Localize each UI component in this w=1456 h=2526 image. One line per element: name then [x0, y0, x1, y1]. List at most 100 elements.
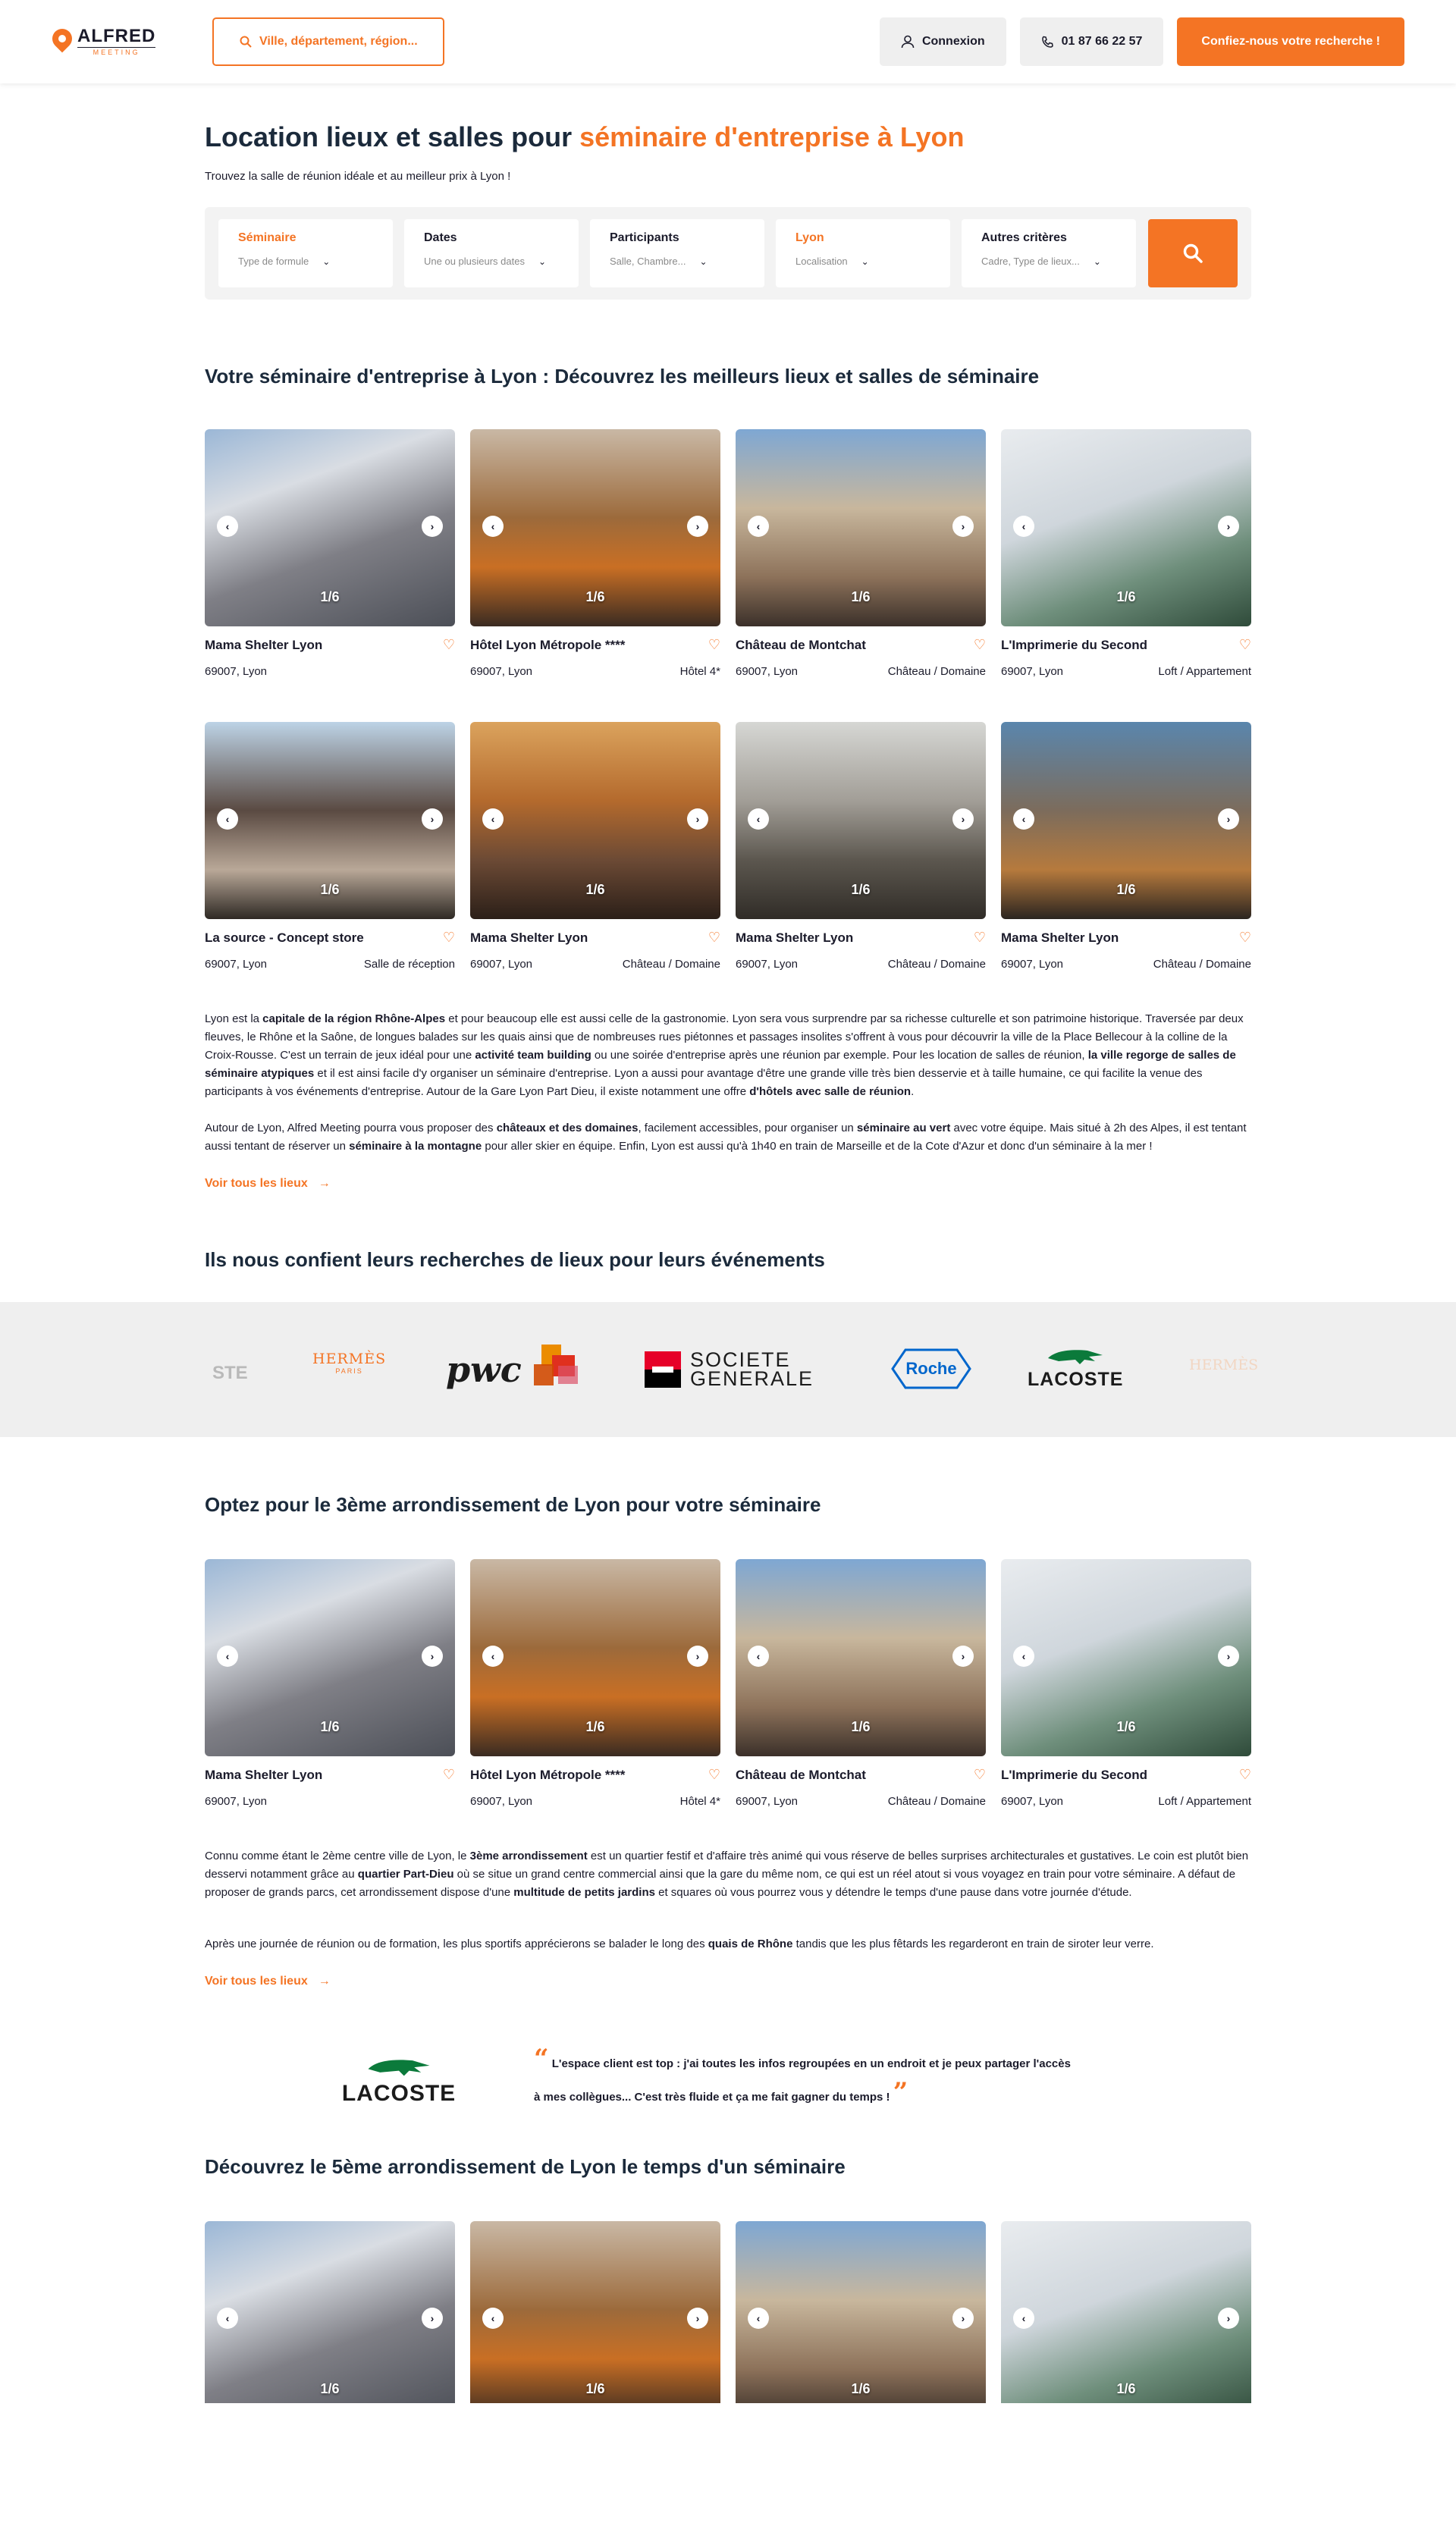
heart-icon[interactable]: ♡ [443, 1767, 455, 1783]
venue-name[interactable]: Château de Montchat [736, 638, 866, 653]
venue-card[interactable]: ‹ › 1/6 Château de Montchat ♡ 69007, Lyon Ch… [736, 429, 986, 678]
filter-search-button[interactable] [1148, 219, 1238, 287]
heart-icon[interactable]: ♡ [443, 930, 455, 946]
prev-arrow-icon[interactable]: ‹ [1013, 2308, 1034, 2329]
venue-photo[interactable]: ‹ › 1/6 [205, 2221, 455, 2403]
venue-photo[interactable]: ‹ › 1/6 [470, 1559, 720, 1756]
venue-photo[interactable]: ‹ › 1/6 [736, 1559, 986, 1756]
venue-photo[interactable]: ‹ › 1/6 [470, 722, 720, 919]
header-search-button[interactable]: Ville, département, région... [212, 17, 445, 66]
heart-icon[interactable]: ♡ [974, 1767, 986, 1783]
venue-photo[interactable]: ‹ › 1/6 [736, 429, 986, 626]
venue-card[interactable]: ‹ › 1/6 Mama Shelter Lyon ♡ 69007, Lyon [205, 1559, 455, 1808]
heart-icon[interactable]: ♡ [1239, 637, 1251, 653]
filter-other-criteria[interactable]: Autres critères Cadre, Type de lieux... ⌄ [962, 219, 1136, 287]
venue-card[interactable]: ‹ › 1/6 Mama Shelter Lyon ♡ 69007, Lyon Chât… [1001, 722, 1251, 971]
prev-arrow-icon[interactable]: ‹ [217, 1646, 238, 1667]
filter-location[interactable]: Lyon Localisation ⌄ [776, 219, 950, 287]
venue-photo[interactable]: ‹ › 1/6 [470, 429, 720, 626]
prev-arrow-icon[interactable]: ‹ [748, 2308, 769, 2329]
next-arrow-icon[interactable]: › [952, 2308, 974, 2329]
cta-button[interactable]: Confiez-nous votre recherche ! [1177, 17, 1404, 66]
heart-icon[interactable]: ♡ [1239, 930, 1251, 946]
prev-arrow-icon[interactable]: ‹ [482, 516, 504, 537]
prev-arrow-icon[interactable]: ‹ [482, 2308, 504, 2329]
venue-card[interactable]: ‹ › 1/6 Mama Shelter Lyon ♡ 69007, Lyon Chât… [736, 722, 986, 971]
prev-arrow-icon[interactable]: ‹ [1013, 1646, 1034, 1667]
next-arrow-icon[interactable]: › [687, 808, 708, 830]
venue-photo[interactable]: ‹ › 1/6 [1001, 1559, 1251, 1756]
venue-name[interactable]: La source - Concept store [205, 930, 364, 946]
venue-card[interactable]: ‹ › 1/6 La source - Concept store ♡ 69007, … [205, 722, 455, 971]
venue-name[interactable]: L'Imprimerie du Second [1001, 1768, 1147, 1783]
filter-participants[interactable]: Participants Salle, Chambre... ⌄ [590, 219, 764, 287]
venue-card[interactable]: ‹ › 1/6 L'Imprimerie du Second ♡ 69007, Lyo… [1001, 429, 1251, 678]
heart-icon[interactable]: ♡ [443, 637, 455, 653]
venue-name[interactable]: Hôtel Lyon Métropole **** [470, 1768, 625, 1783]
next-arrow-icon[interactable]: › [1218, 516, 1239, 537]
next-arrow-icon[interactable]: › [422, 1646, 443, 1667]
next-arrow-icon[interactable]: › [1218, 1646, 1239, 1667]
logo[interactable]: ALFRED MEETING [48, 24, 156, 56]
venue-card[interactable]: ‹ › 1/6 [1001, 2221, 1251, 2403]
venue-card[interactable]: ‹ › 1/6 [205, 2221, 455, 2403]
venue-name[interactable]: L'Imprimerie du Second [1001, 638, 1147, 653]
venue-name[interactable]: Château de Montchat [736, 1768, 866, 1783]
next-arrow-icon[interactable]: › [687, 516, 708, 537]
venue-name[interactable]: Hôtel Lyon Métropole **** [470, 638, 625, 653]
venue-photo[interactable]: ‹ › 1/6 [470, 2221, 720, 2403]
venue-name[interactable]: Mama Shelter Lyon [1001, 930, 1119, 946]
heart-icon[interactable]: ♡ [708, 930, 720, 946]
venue-name[interactable]: Mama Shelter Lyon [205, 638, 322, 653]
venue-card[interactable]: ‹ › 1/6 Château de Montchat ♡ 69007, Lyon Ch… [736, 1559, 986, 1808]
heart-icon[interactable]: ♡ [708, 1767, 720, 1783]
next-arrow-icon[interactable]: › [952, 516, 974, 537]
prev-arrow-icon[interactable]: ‹ [217, 808, 238, 830]
next-arrow-icon[interactable]: › [1218, 808, 1239, 830]
prev-arrow-icon[interactable]: ‹ [217, 516, 238, 537]
venue-name[interactable]: Mama Shelter Lyon [736, 930, 853, 946]
see-all-link[interactable]: Voir tous les lieux → [205, 1177, 1251, 1191]
phone-button[interactable]: 01 87 66 22 57 [1019, 17, 1164, 66]
venue-name[interactable]: Mama Shelter Lyon [470, 930, 588, 946]
venue-name[interactable]: Mama Shelter Lyon [205, 1768, 322, 1783]
venue-photo[interactable]: ‹ › 1/6 [1001, 722, 1251, 919]
heart-icon[interactable]: ♡ [974, 637, 986, 653]
next-arrow-icon[interactable]: › [422, 808, 443, 830]
filter-dates[interactable]: Dates Une ou plusieurs dates ⌄ [404, 219, 579, 287]
venue-photo[interactable]: ‹ › 1/6 [205, 722, 455, 919]
see-all-link[interactable]: Voir tous les lieux → [205, 1975, 1251, 1988]
heart-icon[interactable]: ♡ [974, 930, 986, 946]
prev-arrow-icon[interactable]: ‹ [482, 1646, 504, 1667]
next-arrow-icon[interactable]: › [422, 516, 443, 537]
venue-photo[interactable]: ‹ › 1/6 [205, 429, 455, 626]
next-arrow-icon[interactable]: › [1218, 2308, 1239, 2329]
next-arrow-icon[interactable]: › [687, 1646, 708, 1667]
prev-arrow-icon[interactable]: ‹ [482, 808, 504, 830]
next-arrow-icon[interactable]: › [952, 1646, 974, 1667]
prev-arrow-icon[interactable]: ‹ [748, 1646, 769, 1667]
venue-photo[interactable]: ‹ › 1/6 [736, 722, 986, 919]
venue-card[interactable]: ‹ › 1/6 Hôtel Lyon Métropole **** ♡ 69007, … [470, 429, 720, 678]
venue-card[interactable]: ‹ › 1/6 [736, 2221, 986, 2403]
venue-card[interactable]: ‹ › 1/6 Mama Shelter Lyon ♡ 69007, Lyon [205, 429, 455, 678]
venue-photo[interactable]: ‹ › 1/6 [1001, 2221, 1251, 2403]
venue-photo[interactable]: ‹ › 1/6 [736, 2221, 986, 2403]
venue-card[interactable]: ‹ › 1/6 L'Imprimerie du Second ♡ 69007, Lyo… [1001, 1559, 1251, 1808]
prev-arrow-icon[interactable]: ‹ [1013, 516, 1034, 537]
prev-arrow-icon[interactable]: ‹ [1013, 808, 1034, 830]
heart-icon[interactable]: ♡ [708, 637, 720, 653]
filter-seminaire[interactable]: Séminaire Type de formule ⌄ [218, 219, 393, 287]
venue-card[interactable]: ‹ › 1/6 Mama Shelter Lyon ♡ 69007, Lyon Chât… [470, 722, 720, 971]
prev-arrow-icon[interactable]: ‹ [748, 808, 769, 830]
next-arrow-icon[interactable]: › [952, 808, 974, 830]
next-arrow-icon[interactable]: › [687, 2308, 708, 2329]
venue-card[interactable]: ‹ › 1/6 [470, 2221, 720, 2403]
venue-photo[interactable]: ‹ › 1/6 [1001, 429, 1251, 626]
prev-arrow-icon[interactable]: ‹ [217, 2308, 238, 2329]
heart-icon[interactable]: ♡ [1239, 1767, 1251, 1783]
venue-card[interactable]: ‹ › 1/6 Hôtel Lyon Métropole **** ♡ 69007, … [470, 1559, 720, 1808]
prev-arrow-icon[interactable]: ‹ [748, 516, 769, 537]
login-button[interactable]: Connexion [879, 17, 1006, 66]
next-arrow-icon[interactable]: › [422, 2308, 443, 2329]
